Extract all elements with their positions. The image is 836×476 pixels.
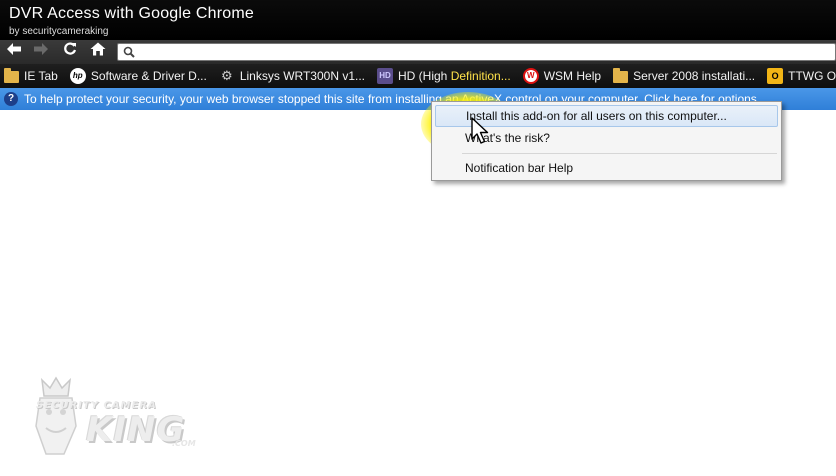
back-button[interactable] [4,41,24,63]
bookmark-server-2008[interactable]: Server 2008 installati... [613,64,763,88]
video-title-bar: DVR Access with Google Chrome by securit… [0,0,836,40]
bookmark-label: IE Tab [24,69,58,83]
watermark-main-text: KING [86,410,186,450]
bookmark-software-driver[interactable]: hp Software & Driver D... [69,64,215,88]
bookmark-label-highlight: Definition... [450,69,511,83]
wsm-icon: W [522,68,539,84]
folder-icon [4,68,19,83]
forward-button[interactable] [31,41,51,63]
bookmark-label: WSM Help [543,69,602,83]
hd-icon: HD [377,68,393,84]
menu-separator [462,153,777,154]
bookmark-linksys[interactable]: ⚙ Linksys WRT300N v1... [219,64,373,88]
bookmark-label: TTWG OW [788,69,836,83]
hp-icon: hp [69,68,86,84]
browser-toolbar [0,40,836,64]
bookmark-hd[interactable]: HD HD (High Definition... [377,64,519,88]
back-arrow-icon [7,43,21,55]
reload-icon [64,42,77,55]
video-author: by securitycameraking [9,26,109,37]
bookmark-wsm-help[interactable]: W WSM Help [522,64,609,88]
linksys-icon: ⚙ [221,68,233,83]
forward-arrow-icon [34,43,48,55]
menu-item-notification-help[interactable]: Notification bar Help [435,157,778,179]
bookmark-ie-tab[interactable]: IE Tab [4,64,66,88]
folder-icon [613,68,629,83]
video-title: DVR Access with Google Chrome [9,5,255,22]
reload-button[interactable] [60,41,80,63]
home-icon [90,42,106,56]
king-mascot-logo-icon [35,376,77,455]
bookmark-label: HD (High Definition... [398,69,511,83]
bookmark-label: Linksys WRT300N v1... [239,69,365,83]
bookmark-label-prefix: HD (High [398,69,451,83]
search-icon [123,46,135,58]
security-info-icon: ? [4,92,18,106]
bookmarks-bar: IE Tab hp Software & Driver D... ⚙ Links… [0,64,836,88]
bookmark-label: Server 2008 installati... [633,69,756,83]
home-button[interactable] [88,41,108,63]
security-camera-king-watermark: SECURITY CAMERA KING .COM [34,376,204,460]
address-bar[interactable] [117,43,836,61]
bookmark-label: Software & Driver D... [90,69,207,83]
mouse-pointer-icon [471,117,489,144]
bookmark-ttwg[interactable]: O TTWG OW [767,64,836,88]
ttwg-icon: O [767,68,784,84]
watermark-sub-text: .COM [172,439,196,448]
